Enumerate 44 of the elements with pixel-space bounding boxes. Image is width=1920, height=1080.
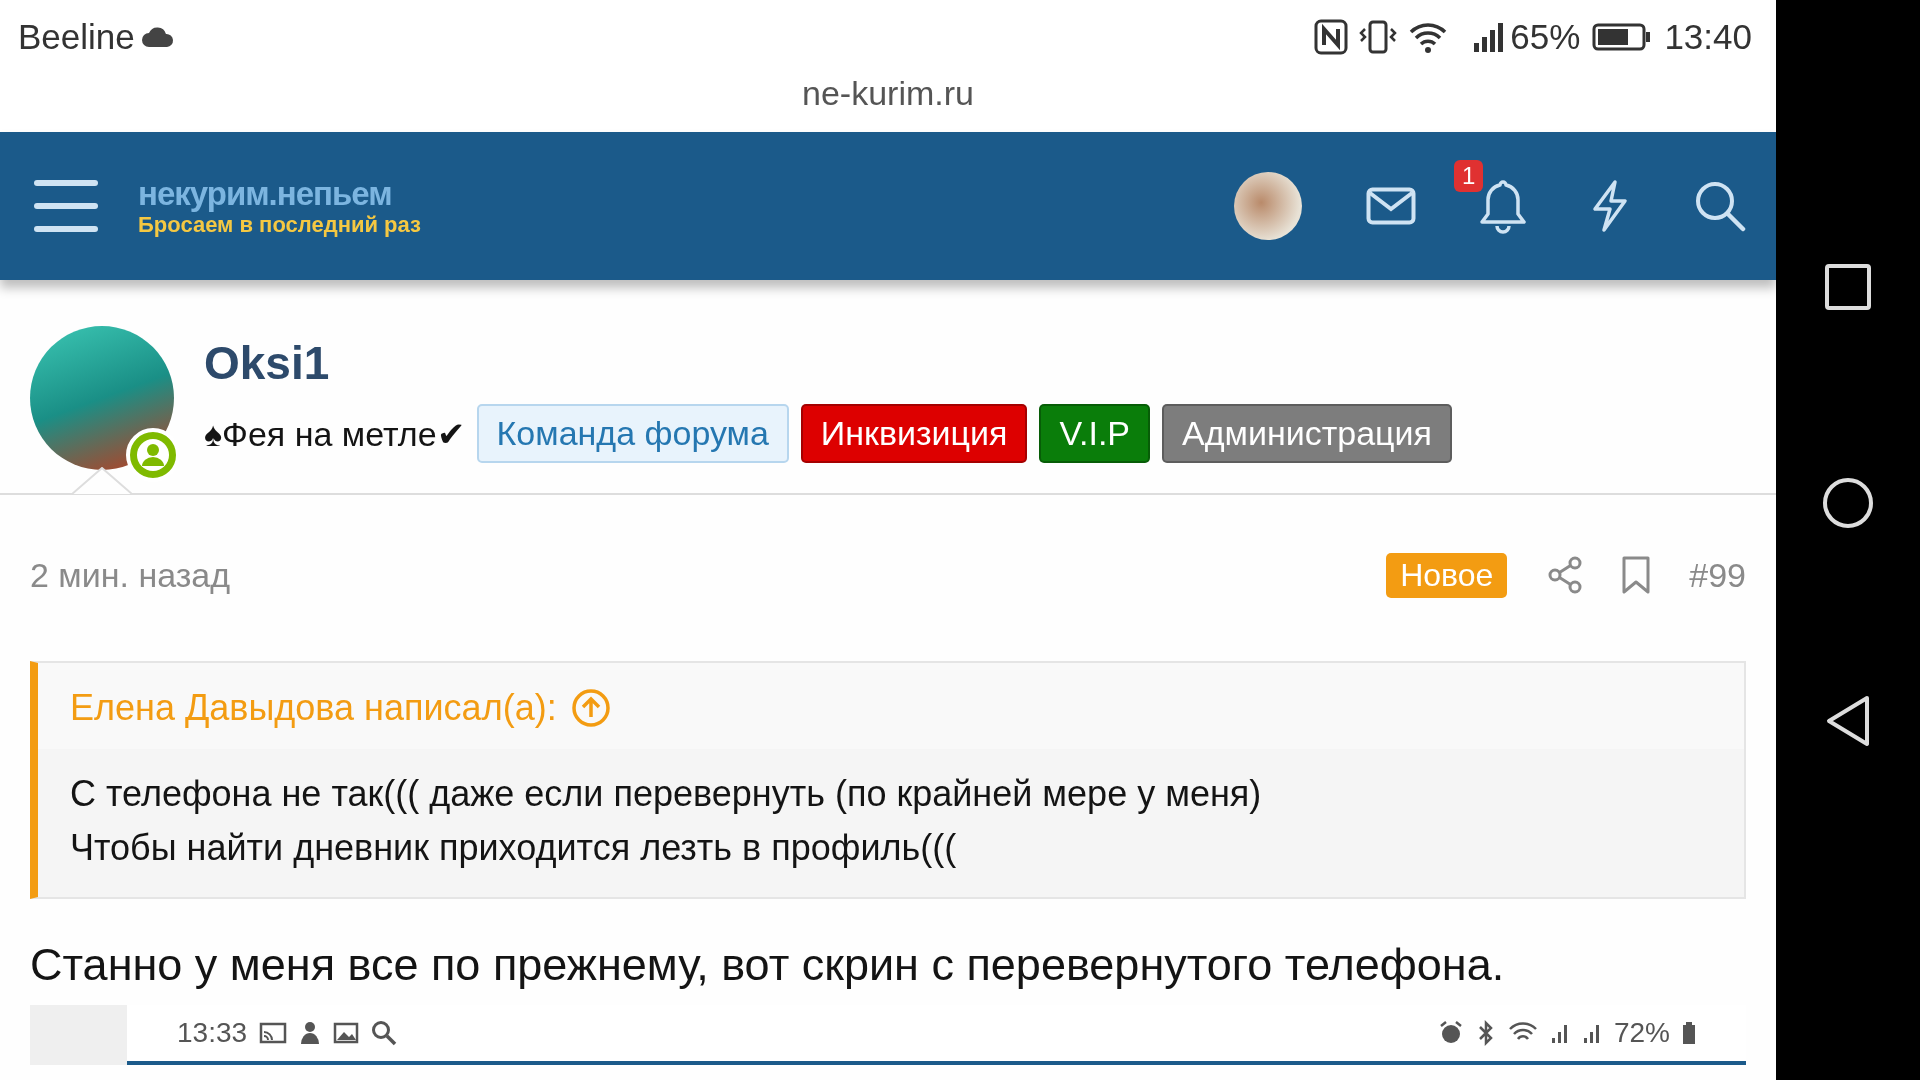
- user-title: ♠Фея на метле✔: [204, 413, 465, 454]
- signal-icon: [1581, 1022, 1602, 1044]
- wifi-icon: [1408, 21, 1449, 53]
- page-url[interactable]: ne-kurim.ru: [802, 74, 974, 113]
- quote-text-line: С телефона не так((( даже если перевернуть (по крайней мере у меня): [70, 772, 1263, 816]
- mail-icon[interactable]: [1366, 187, 1416, 225]
- embedded-clock-time: 13:33: [177, 1017, 248, 1049]
- embedded-battery-percent: 72%: [1613, 1017, 1670, 1049]
- user-banner: Команда форума: [476, 404, 789, 463]
- post-number[interactable]: #99: [1689, 555, 1746, 595]
- quote-attribution[interactable]: Елена Давыдова написал(а):: [70, 687, 557, 729]
- post-time[interactable]: 2 мин. назад: [30, 555, 231, 595]
- user-banner: Инквизиция: [800, 404, 1028, 463]
- bookmark-icon[interactable]: [1621, 555, 1652, 595]
- menu-icon[interactable]: [34, 178, 98, 234]
- vibrate-icon: [1358, 19, 1399, 55]
- cast-icon: [259, 1022, 288, 1044]
- search-icon: [371, 1020, 398, 1046]
- cloud-icon: [140, 26, 175, 48]
- back-icon[interactable]: [1825, 695, 1871, 747]
- battery-percent: 65%: [1510, 17, 1581, 57]
- home-icon[interactable]: [1822, 477, 1874, 529]
- nfc-icon: [1314, 19, 1349, 55]
- post-text: Станно у меня все по прежнему, вот скрин с перевернутого телефона.: [30, 939, 1505, 990]
- site-logo-title[interactable]: некурим.непьем: [138, 176, 421, 210]
- signal-icon: [1549, 1022, 1570, 1044]
- user-banner: Администрация: [1162, 404, 1452, 463]
- bell-icon[interactable]: [1480, 178, 1526, 234]
- battery-icon: [1592, 22, 1653, 52]
- clock-time: 13:40: [1664, 17, 1752, 57]
- recent-apps-icon[interactable]: [1824, 263, 1872, 311]
- search-icon[interactable]: [1694, 180, 1746, 232]
- new-label: Новое: [1386, 552, 1508, 598]
- quote-text-line: Чтобы найти дневник приходится лезть в профиль(((: [70, 826, 958, 870]
- person-icon: [299, 1021, 322, 1045]
- share-icon[interactable]: [1547, 556, 1584, 594]
- battery-icon: [1682, 1021, 1696, 1045]
- image-icon: [333, 1022, 360, 1044]
- carrier-name: Beeline: [18, 17, 135, 57]
- site-logo-tagline: Бросаем в последний раз: [138, 213, 421, 236]
- author-name[interactable]: Oksi1: [204, 336, 1452, 390]
- user-banner: V.I.P: [1039, 404, 1151, 463]
- notification-badge: 1: [1454, 160, 1484, 192]
- lightning-icon[interactable]: [1590, 179, 1630, 233]
